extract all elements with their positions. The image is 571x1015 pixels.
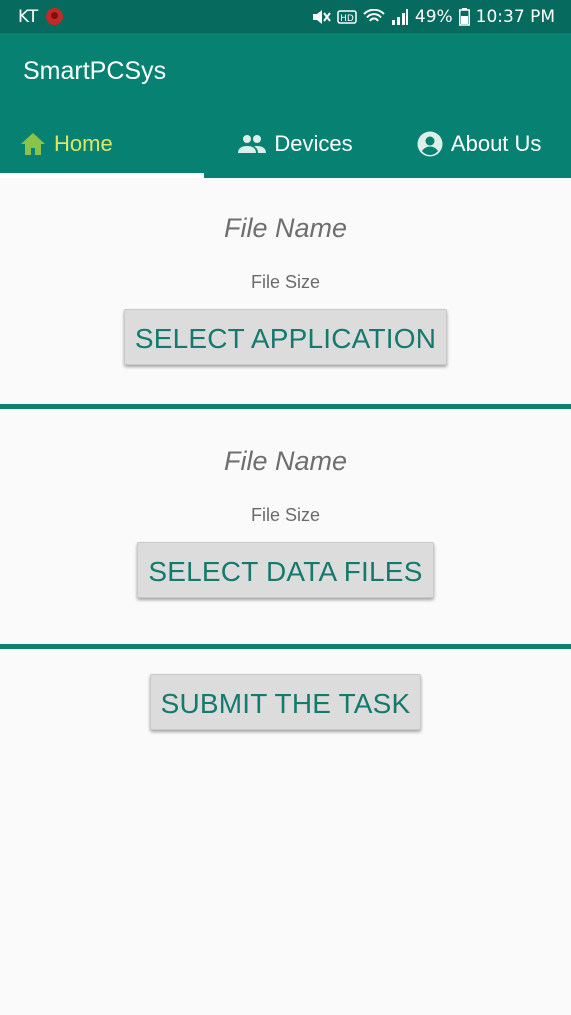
application-file-name: File Name <box>223 213 348 243</box>
clock: 10:37 PM <box>475 6 555 27</box>
tab-devices[interactable]: Devices <box>204 110 388 178</box>
application-file-size: File Size <box>250 272 321 292</box>
section-divider <box>0 404 571 409</box>
account-circle-icon <box>417 131 443 157</box>
mute-icon <box>311 9 331 25</box>
tab-bar: Home Devices About Us <box>0 110 571 178</box>
submit-task-button[interactable]: SUBMIT THE TASK <box>149 674 422 730</box>
carrier-label: KT <box>18 6 39 27</box>
wifi-icon <box>363 8 385 25</box>
tab-home-label: Home <box>54 131 113 156</box>
home-icon <box>20 132 46 156</box>
select-application-button[interactable]: SELECT APPLICATION <box>123 309 448 365</box>
hd-icon: HD <box>337 9 357 24</box>
data-section: File Name File Size SELECT DATA FILES <box>0 446 571 598</box>
data-file-name: File Name <box>223 446 348 476</box>
status-icons: HD 49% 10:37 PM <box>311 7 555 27</box>
battery-percent: 49% <box>414 6 453 27</box>
notification-icon <box>46 8 64 25</box>
tab-home[interactable]: Home <box>0 110 204 178</box>
data-file-size: File Size <box>250 505 321 525</box>
svg-text:HD: HD <box>340 14 354 24</box>
status-bar: KT HD 49% 10:37 PM <box>0 0 571 33</box>
battery-icon <box>458 7 470 26</box>
app-bar: SmartPCSys <box>0 33 571 110</box>
submit-section: SUBMIT THE TASK <box>0 674 571 730</box>
select-data-files-button[interactable]: SELECT DATA FILES <box>137 542 434 598</box>
tab-devices-label: Devices <box>274 131 353 156</box>
app-title: SmartPCSys <box>23 57 167 85</box>
signal-icon <box>391 8 409 25</box>
people-icon <box>238 134 267 154</box>
tab-about-us[interactable]: About Us <box>387 110 571 178</box>
section-divider <box>0 644 571 649</box>
tab-about-us-label: About Us <box>450 131 542 156</box>
application-section: File Name File Size SELECT APPLICATION <box>0 213 571 365</box>
